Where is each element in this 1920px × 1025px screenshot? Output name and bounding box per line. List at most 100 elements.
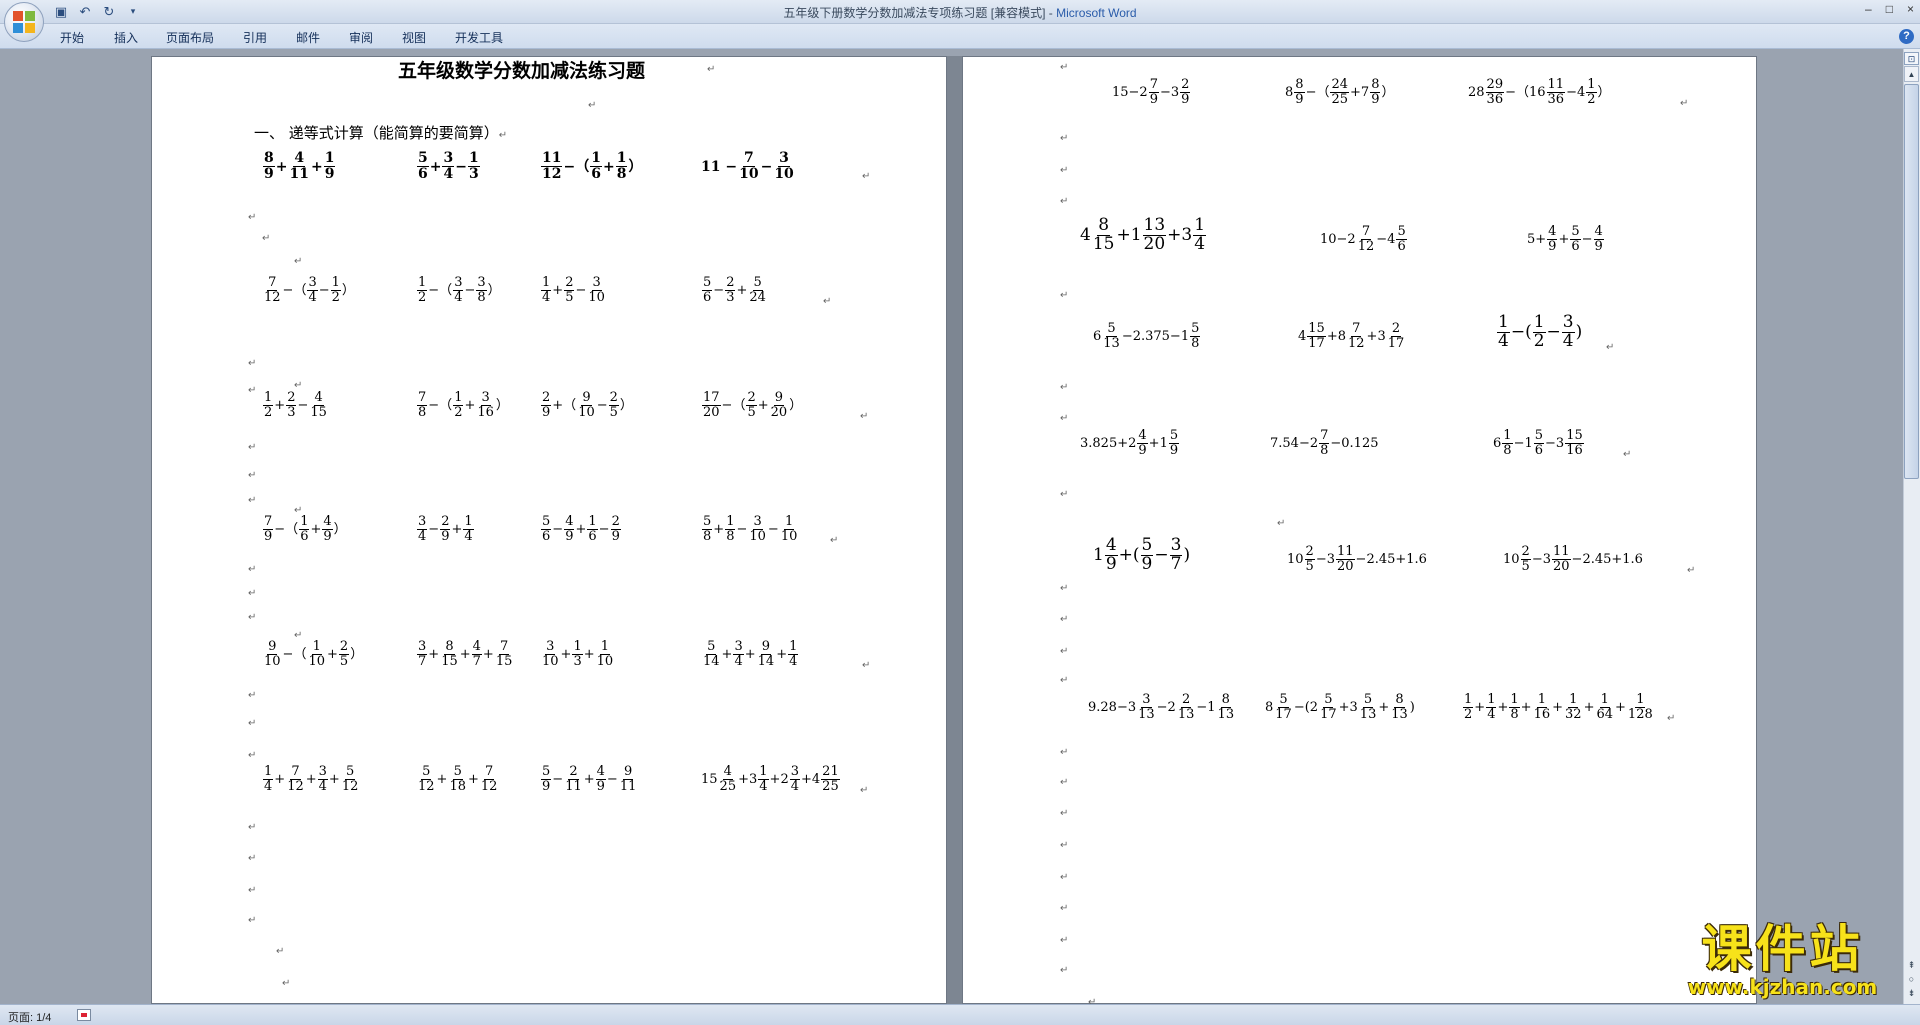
fraction: 5 13 bbox=[1102, 321, 1121, 352]
scroll-up-arrow-icon[interactable]: ▲ bbox=[1904, 66, 1919, 82]
operator-text: ) bbox=[1575, 321, 1583, 342]
fraction: 17 20 bbox=[702, 390, 721, 421]
fraction: 89 bbox=[263, 150, 275, 183]
operator-text: +1 bbox=[1116, 224, 1142, 245]
paragraph-mark: ↵ bbox=[1060, 965, 1069, 976]
scroll-thumb[interactable] bbox=[1904, 84, 1919, 479]
previous-page-icon[interactable]: ⇞ bbox=[1906, 960, 1917, 971]
fraction-denominator: 16 bbox=[477, 405, 494, 421]
document-page-2[interactable] bbox=[962, 56, 1757, 1004]
fraction-numerator: 5 bbox=[1362, 692, 1374, 709]
operator-text: + bbox=[736, 283, 748, 299]
fraction-numerator: 9 bbox=[267, 639, 278, 656]
paragraph-mark: ↵ bbox=[588, 100, 597, 111]
fraction: 49 bbox=[1593, 224, 1604, 255]
fraction-denominator: 9 bbox=[1141, 553, 1153, 574]
ruler-toggle-icon[interactable]: ⊡ bbox=[1904, 52, 1919, 65]
fraction-denominator: 20 bbox=[703, 405, 720, 421]
fraction-denominator: 2 bbox=[454, 405, 463, 421]
fraction-denominator: 3 bbox=[287, 405, 296, 421]
operator-text: 15−2 bbox=[1112, 85, 1148, 101]
proofing-status-icon[interactable] bbox=[77, 1009, 91, 1021]
operator-text: − bbox=[736, 522, 748, 538]
fraction-numerator: 2 bbox=[440, 514, 451, 531]
fraction-denominator: 14 bbox=[757, 654, 775, 670]
fraction-denominator: 4 bbox=[1498, 330, 1509, 351]
next-page-icon[interactable]: ⇟ bbox=[1906, 988, 1917, 999]
fraction-numerator: 1 bbox=[299, 514, 310, 531]
fraction-denominator: 25 bbox=[822, 779, 839, 795]
operator-text: + bbox=[602, 158, 615, 175]
minimize-button[interactable]: – bbox=[1865, 2, 1872, 16]
tab-mailings[interactable]: 邮件 bbox=[296, 29, 320, 46]
fraction: 47 bbox=[471, 639, 482, 670]
operator-text: ） bbox=[333, 522, 347, 538]
fraction-denominator: 9 bbox=[611, 529, 620, 545]
fraction-numerator: 3 bbox=[778, 150, 790, 168]
tab-insert[interactable]: 插入 bbox=[114, 29, 138, 46]
fraction-denominator: 5 bbox=[747, 405, 756, 421]
fraction: 25 bbox=[338, 639, 350, 670]
fraction-numerator: 7 bbox=[484, 764, 495, 781]
fraction: 34 bbox=[317, 764, 328, 795]
fraction: 4 15 bbox=[309, 390, 328, 421]
ribbon-tabs: 开始 插入 页面布局 引用 邮件 审阅 视图 开发工具 ? bbox=[0, 24, 1920, 49]
fraction-numerator: 1 bbox=[1635, 692, 1646, 709]
fraction-numerator: 1 bbox=[788, 639, 799, 656]
page-indicator[interactable]: 页面: 1/4 bbox=[8, 1009, 51, 1025]
operator-text: 9.28−3 bbox=[1088, 700, 1137, 716]
office-button[interactable] bbox=[4, 2, 44, 42]
tab-developer[interactable]: 开发工具 bbox=[455, 29, 503, 46]
fraction-numerator: 1 bbox=[467, 150, 480, 168]
math-expression: 8 5 17 −(2 5 17 +3 5 13 +8 13) bbox=[1265, 692, 1415, 723]
operator-text: +4 bbox=[801, 772, 821, 788]
fraction-denominator: 14 bbox=[703, 654, 720, 670]
fraction: 49 bbox=[1104, 536, 1118, 574]
tab-view[interactable]: 视图 bbox=[402, 29, 426, 46]
operator-text: − bbox=[1581, 232, 1593, 248]
paragraph-mark: ↵ bbox=[1060, 133, 1069, 144]
paragraph-mark: ↵ bbox=[248, 442, 257, 453]
paragraph-mark: ↵ bbox=[1060, 489, 1069, 500]
close-button[interactable]: × bbox=[1907, 2, 1914, 16]
operator-text: ） bbox=[1381, 85, 1395, 101]
math-expression: 4 15 17 +8 7 12 +3 2 17 bbox=[1298, 321, 1406, 352]
fraction: 3 16 bbox=[476, 390, 495, 421]
math-expression: 8 8 9 −（ 24 25 +7 8 9） bbox=[1285, 77, 1395, 108]
fraction: 12 bbox=[1532, 313, 1546, 351]
watermark-title: 课件站 bbox=[1701, 920, 1864, 978]
browse-object-icon[interactable]: ○ bbox=[1906, 974, 1917, 985]
fraction-numerator: 1 bbox=[263, 390, 274, 407]
fraction-numerator: 1 bbox=[1502, 428, 1513, 445]
fraction-denominator: 4 bbox=[443, 166, 454, 183]
tab-home[interactable]: 开始 bbox=[60, 29, 84, 46]
maximize-button[interactable]: □ bbox=[1886, 2, 1893, 16]
fraction-numerator: 3 bbox=[591, 275, 602, 292]
tab-review[interactable]: 审阅 bbox=[349, 29, 373, 46]
help-icon[interactable]: ? bbox=[1899, 29, 1914, 44]
fraction-denominator: 2 bbox=[264, 405, 273, 421]
math-expression: 7 12 −（ 3 4−1 2） bbox=[262, 275, 355, 306]
fraction: 59 bbox=[1168, 428, 1180, 459]
fraction-denominator: 32 bbox=[1565, 707, 1582, 723]
operator-text: −（ bbox=[1305, 85, 1330, 101]
fraction: 3 10 bbox=[587, 275, 606, 306]
operator-text: ） bbox=[789, 398, 803, 414]
math-expression: 7.54−2 7 8 −0.125 bbox=[1270, 428, 1379, 459]
paragraph-mark: ↵ bbox=[248, 564, 257, 575]
fraction-numerator: 5 bbox=[1190, 321, 1201, 338]
operator-text: + bbox=[560, 647, 572, 663]
fraction: 7 15 bbox=[495, 639, 514, 670]
tab-references[interactable]: 引用 bbox=[243, 29, 267, 46]
fraction: 56 bbox=[1533, 428, 1545, 459]
fraction-denominator: 9 bbox=[1169, 443, 1179, 459]
fraction: 79 bbox=[263, 514, 274, 545]
fraction-numerator: 4 bbox=[595, 764, 606, 781]
fraction-denominator: 10 bbox=[578, 405, 595, 421]
fraction: 12 bbox=[417, 275, 428, 306]
fraction-numerator: 3 bbox=[733, 639, 744, 656]
operator-text: −（ bbox=[428, 283, 453, 299]
tab-page-layout[interactable]: 页面布局 bbox=[166, 29, 214, 46]
fraction-denominator: 20 bbox=[770, 405, 788, 421]
fraction: 49 bbox=[595, 764, 606, 795]
